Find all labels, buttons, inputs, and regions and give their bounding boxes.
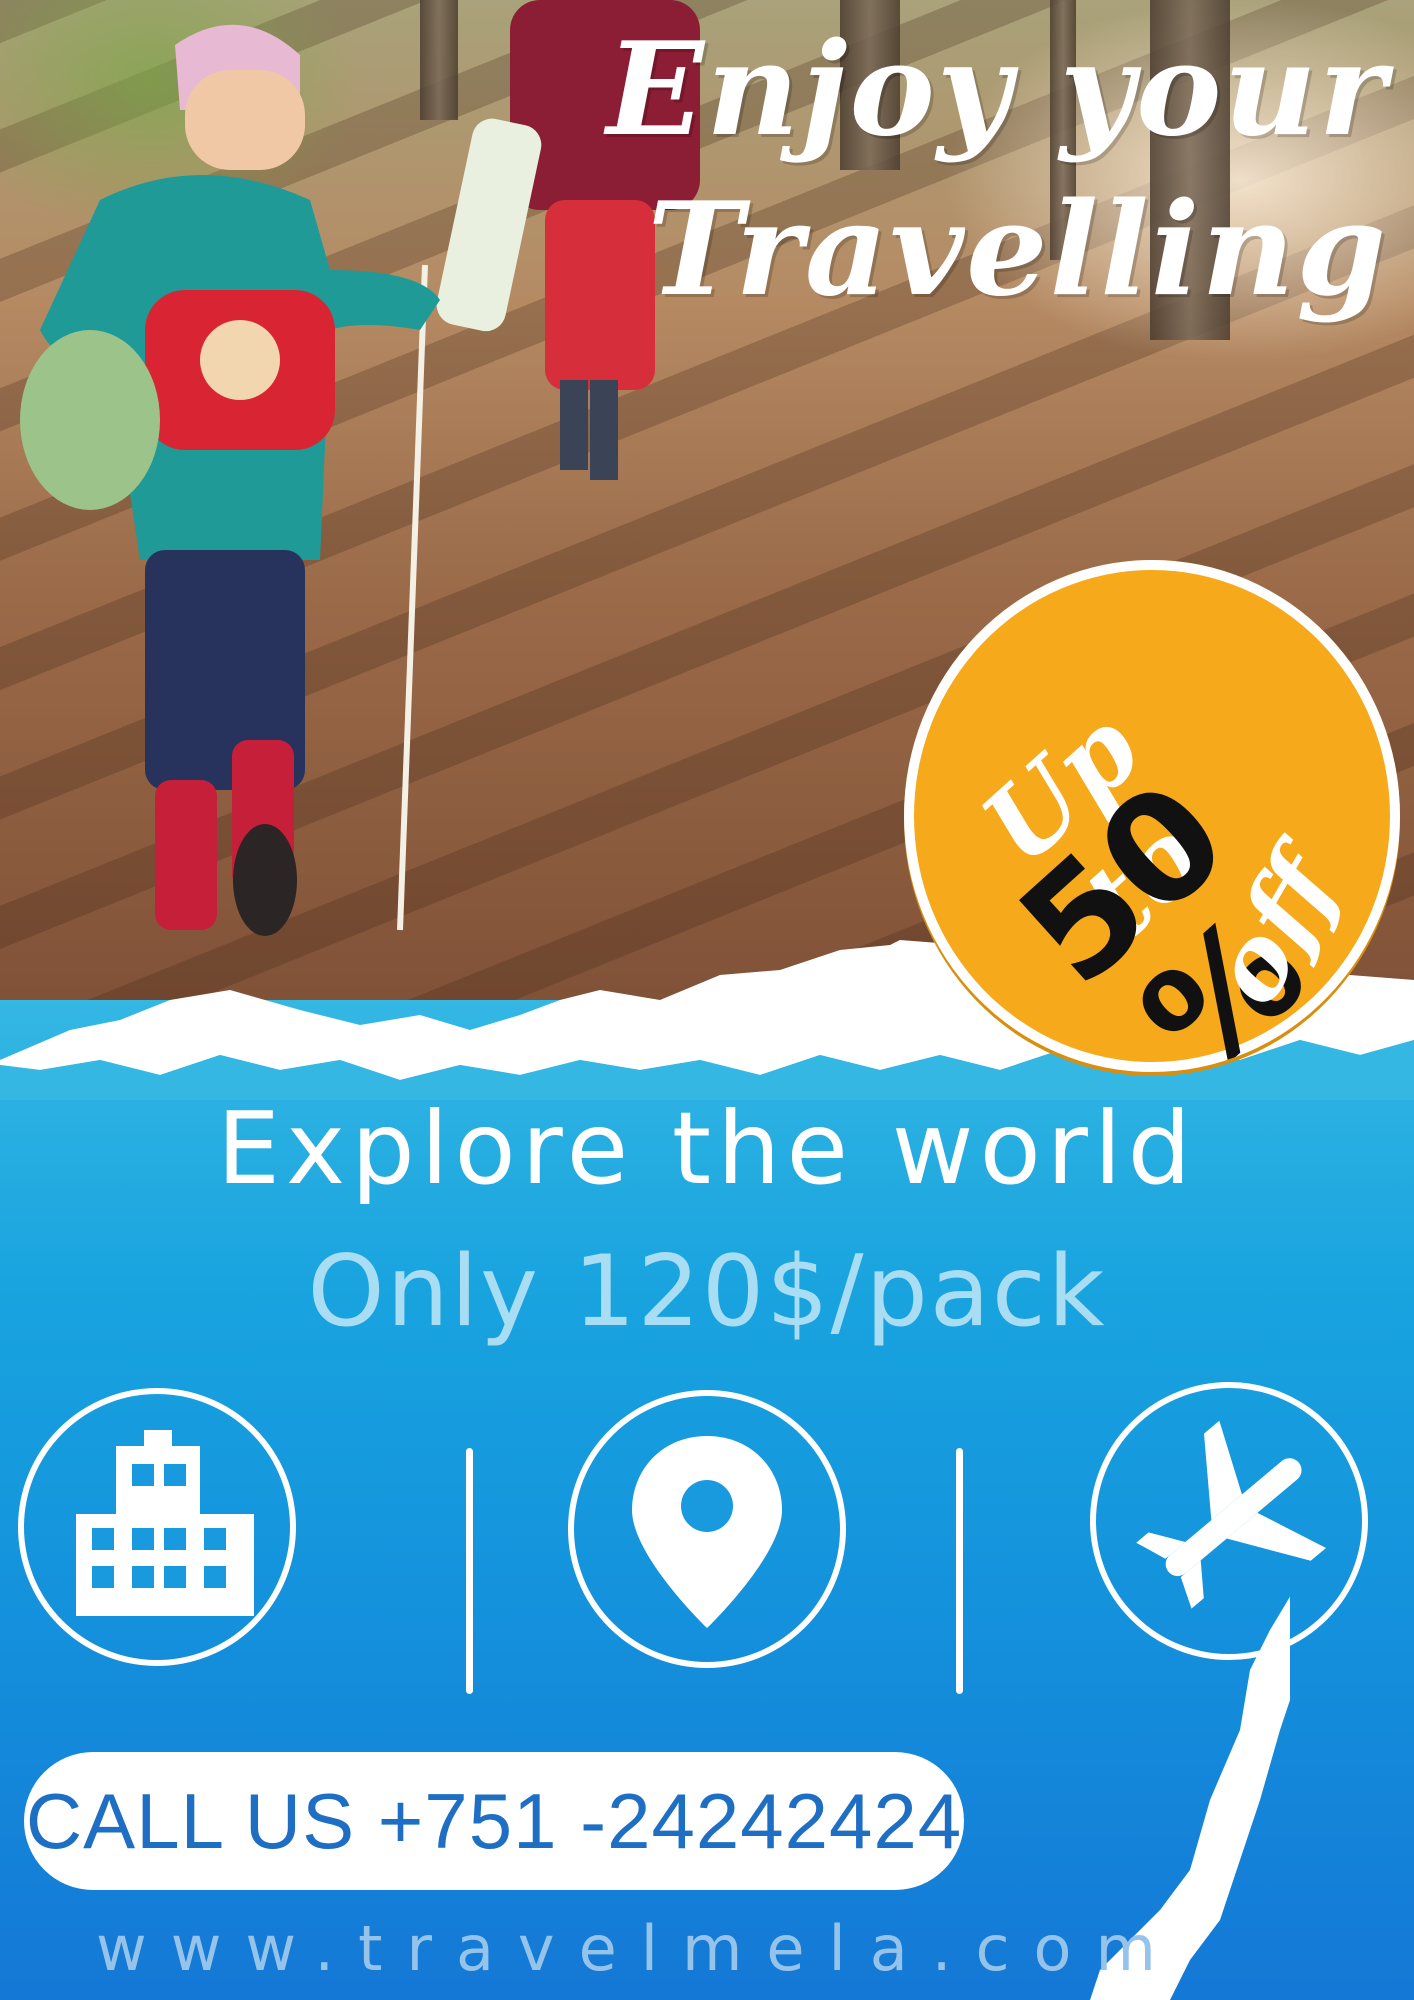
title-line-1: Enjoy your: [606, 15, 1388, 165]
price-text: Only 120$/pack: [307, 1235, 1107, 1349]
headline: Explore the world: [216, 1090, 1198, 1207]
title-line-2: Travelling: [647, 175, 1388, 325]
divider-line: [956, 1448, 963, 1694]
divider-line: [466, 1448, 473, 1694]
location-pin-icon: [632, 1436, 782, 1628]
building-icon: [76, 1430, 254, 1616]
website-url[interactable]: www.travelmela.com: [96, 1912, 1156, 1985]
discount-badge: Up to 50 % off: [904, 560, 1400, 1072]
hotel-icon-circle: [18, 1388, 296, 1666]
poster-title: Enjoy your Travelling: [468, 10, 1388, 330]
location-icon-circle: [568, 1390, 846, 1668]
flight-icon-circle: [1090, 1382, 1368, 1660]
call-us-pill[interactable]: CALL US +751 -24242424: [24, 1752, 964, 1890]
airplane-icon: [1136, 1420, 1327, 1609]
call-us-text: CALL US +751 -24242424: [25, 1776, 963, 1865]
